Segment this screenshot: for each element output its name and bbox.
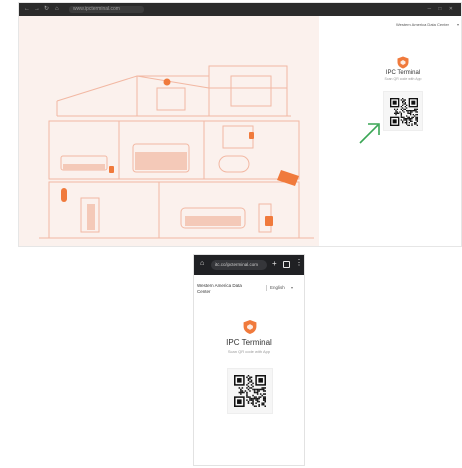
login-subtitle: Scan QR code with App: [384, 77, 422, 81]
home-icon[interactable]: ⌂: [55, 6, 59, 13]
divider: [266, 285, 267, 291]
chevron-down-icon[interactable]: ▾: [291, 285, 293, 290]
mobile-browser-toolbar: ⌂ itc.cc/ipcterminal.com + ⋮: [194, 255, 304, 275]
region-selector[interactable]: Western America Data Center: [396, 22, 449, 27]
forward-icon[interactable]: →: [34, 6, 40, 13]
page: ← → ↻ ⌂ www.ipcterminal.com ─ □ ✕ Wester…: [0, 0, 462, 468]
qr-code-icon: [390, 98, 418, 126]
house-illustration-svg: [39, 65, 314, 239]
region-selector[interactable]: Western America Data Center: [197, 283, 249, 294]
more-menu-icon[interactable]: ⋮: [295, 259, 303, 267]
login-title: IPC Terminal: [226, 338, 272, 347]
window-controls-icon[interactable]: ─ □ ✕: [427, 6, 456, 12]
home-icon[interactable]: ⌂: [200, 260, 204, 267]
shield-icon: [243, 320, 257, 334]
back-icon[interactable]: ←: [24, 6, 30, 13]
desktop-screenshot: ← → ↻ ⌂ www.ipcterminal.com ─ □ ✕ Wester…: [18, 2, 462, 247]
desktop-address-bar[interactable]: www.ipcterminal.com: [69, 6, 144, 13]
mobile-screenshot: ⌂ itc.cc/ipcterminal.com + ⋮ Western Ame…: [193, 254, 305, 466]
chevron-down-icon[interactable]: ▾: [457, 22, 459, 27]
qr-code-box: [383, 91, 423, 131]
language-selector[interactable]: English: [270, 285, 285, 290]
mobile-address-bar[interactable]: itc.cc/ipcterminal.com: [211, 260, 267, 270]
reload-icon[interactable]: ↻: [44, 6, 49, 13]
login-title: IPC Terminal: [385, 70, 421, 76]
qr-code-box: [227, 368, 273, 414]
tabs-icon[interactable]: [283, 261, 290, 268]
login-subtitle: Scan QR code with App: [227, 349, 271, 354]
arrow-icon: [359, 123, 380, 144]
desktop-login-panel: Western America Data Center ▾ IPC Termin…: [319, 16, 461, 246]
qr-code-icon: [234, 375, 266, 407]
smart-home-illustration: [19, 16, 319, 246]
new-tab-icon[interactable]: +: [272, 259, 277, 268]
shield-icon: [397, 56, 409, 69]
desktop-browser-toolbar: ← → ↻ ⌂ www.ipcterminal.com ─ □ ✕: [19, 3, 461, 16]
